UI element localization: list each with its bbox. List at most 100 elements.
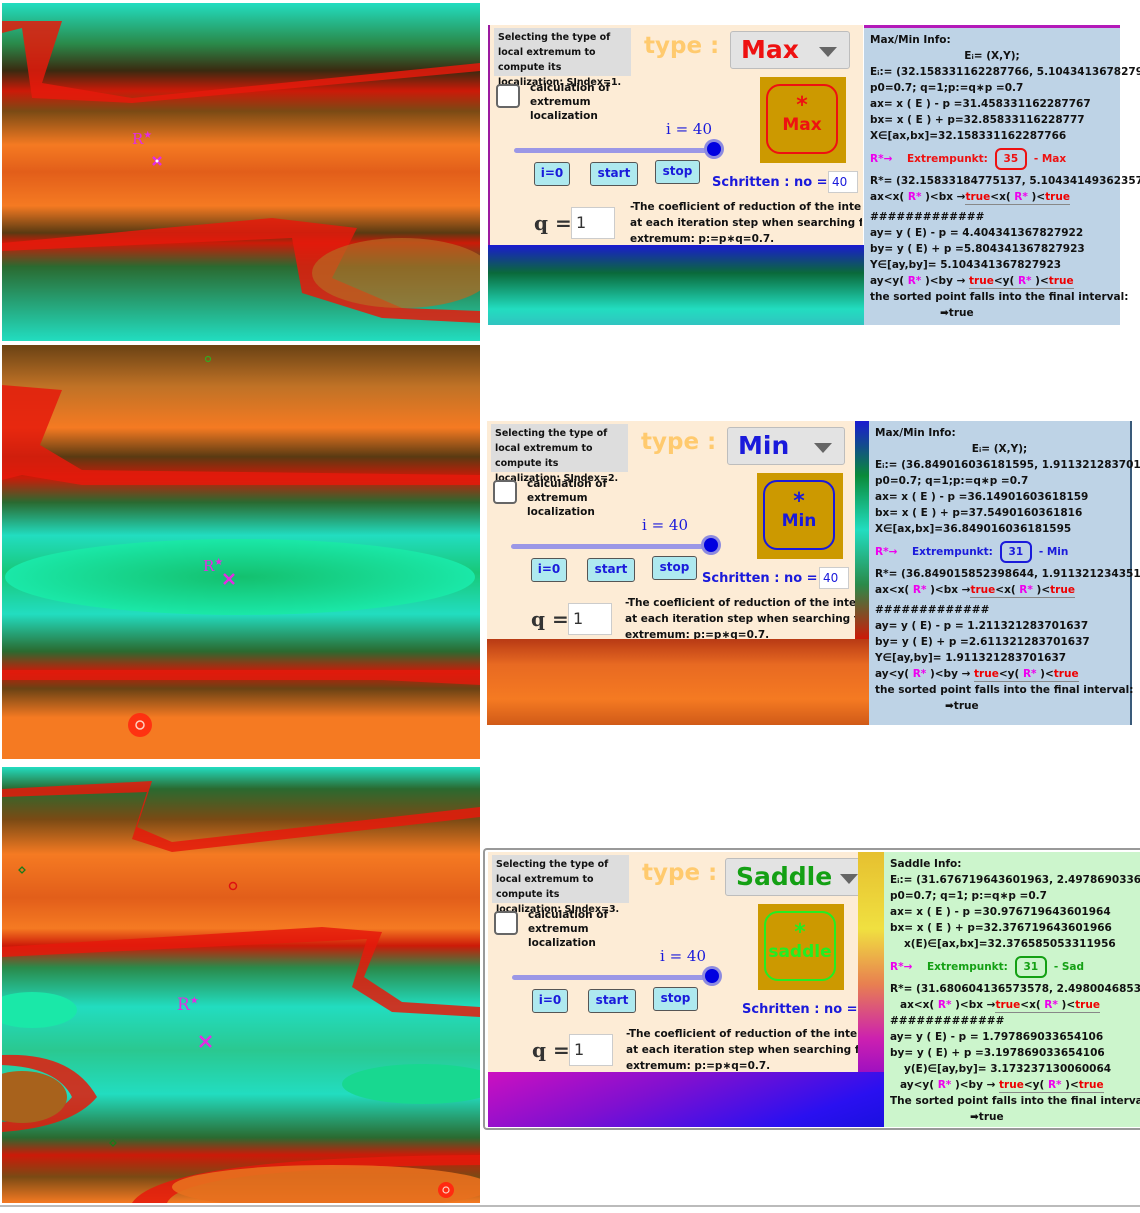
coef-line: -The coeflicient of reduction of the int… bbox=[626, 1028, 858, 1040]
sindex-description: Selecting the type of local extremum to … bbox=[491, 424, 628, 484]
r-star-point-marker[interactable] bbox=[223, 573, 235, 585]
type-dropdown-value: Saddle bbox=[736, 862, 833, 891]
chevron-down-icon bbox=[814, 443, 832, 453]
r-star-letter: R bbox=[203, 557, 215, 575]
ei-definition: Eᵢ= (X,Y); bbox=[964, 50, 1020, 62]
q-input[interactable]: 1 bbox=[571, 207, 615, 239]
result-text: ➡true bbox=[945, 700, 979, 712]
y-check-line: ay<y( R* )<by → true<y( R* )<true bbox=[900, 1079, 1104, 1093]
panel-background-strip bbox=[487, 639, 869, 725]
reset-button[interactable]: i=0 bbox=[534, 162, 570, 186]
ay-line: ay= y ( E) - p = 1.211321283701637 bbox=[875, 620, 1089, 632]
control-panel-saddle: Selecting the type of local extremum to … bbox=[488, 852, 888, 1072]
true-flag: true bbox=[969, 275, 994, 287]
text: )<bx → bbox=[926, 584, 971, 596]
type-dropdown[interactable]: Saddle bbox=[725, 858, 871, 896]
stop-button[interactable]: stop bbox=[652, 556, 697, 580]
r-star: R* bbox=[1022, 668, 1037, 680]
start-button[interactable]: start bbox=[588, 989, 636, 1013]
r-star-letter: R bbox=[177, 995, 190, 1015]
extrempunkt-kind: - Min bbox=[1038, 546, 1069, 558]
extrempunkt-label: Extrempunkt: bbox=[927, 961, 1008, 973]
extremum-type-badge: * Max bbox=[760, 77, 846, 163]
badge-label: Max bbox=[782, 115, 822, 135]
type-dropdown-value: Max bbox=[741, 35, 799, 64]
result-text: ➡true bbox=[940, 307, 974, 319]
badge-frame: * Max bbox=[766, 84, 838, 154]
r-star: R* bbox=[912, 668, 927, 680]
x-check-line: ax<x( R* )<bx →true<x( R* )<true bbox=[870, 189, 1114, 205]
panel-background-strip bbox=[488, 1072, 884, 1127]
extrempunkt-count: 31 bbox=[999, 541, 1033, 563]
true-flag: true bbox=[1075, 999, 1100, 1011]
steps-input[interactable]: 40 bbox=[828, 171, 858, 193]
ax-line: ax= x ( E ) - p =36.14901603618159 bbox=[875, 491, 1089, 503]
stop-button[interactable]: stop bbox=[655, 160, 700, 184]
calculation-checkbox[interactable] bbox=[494, 911, 518, 935]
iteration-slider-track[interactable] bbox=[511, 544, 711, 549]
q-input[interactable]: 1 bbox=[568, 603, 612, 635]
text: )<by → bbox=[921, 275, 970, 287]
iteration-slider-handle[interactable] bbox=[707, 142, 721, 156]
q-input[interactable]: 1 bbox=[569, 1034, 613, 1066]
reset-button[interactable]: i=0 bbox=[531, 558, 567, 582]
heatmap-plot-saddle[interactable]: R★ bbox=[2, 767, 480, 1203]
asterisk-icon: * bbox=[794, 920, 806, 945]
stop-button[interactable]: stop bbox=[653, 987, 698, 1011]
q-label: q = bbox=[534, 211, 572, 235]
true-flag: true bbox=[974, 668, 999, 680]
type-dropdown[interactable]: Min bbox=[727, 427, 845, 465]
by-line: by= y ( E) + p =2.611321283701637 bbox=[875, 636, 1090, 648]
r-star-point-marker[interactable] bbox=[199, 1035, 212, 1048]
iteration-slider-handle[interactable] bbox=[705, 969, 719, 983]
text: ax<x( bbox=[875, 584, 913, 596]
r-star-point-marker[interactable] bbox=[152, 156, 162, 166]
sindex-description: Selecting the type of local extremum to … bbox=[492, 855, 629, 915]
panel-edge-strip bbox=[855, 421, 869, 639]
r-star-superscript: ★ bbox=[189, 995, 199, 1007]
info-panel-min: Max/Min Info: Eᵢ= (X,Y); Eᵢ:= (36.849016… bbox=[869, 421, 1140, 725]
ay-line: ay= y ( E) - p = 1.797869033654106 bbox=[890, 1031, 1104, 1043]
coef-line: at each iteration step when searching fo… bbox=[630, 217, 862, 229]
heatmap-plot-max[interactable]: R★ bbox=[2, 3, 480, 341]
start-button[interactable]: start bbox=[587, 558, 635, 582]
text: )<by → bbox=[951, 1079, 1000, 1091]
heatmap-plot-min[interactable]: R★ bbox=[2, 345, 480, 759]
true-flag: true bbox=[1078, 1079, 1104, 1091]
steps-input[interactable]: 40 bbox=[819, 567, 849, 589]
iteration-slider-track[interactable] bbox=[514, 148, 714, 153]
y-interval-line: Y∈[ay,by]= 5.104341367827923 bbox=[870, 259, 1062, 271]
ax-line: ax= x ( E ) - p =31.458331162287767 bbox=[870, 98, 1091, 110]
info-title: Saddle Info: bbox=[890, 858, 962, 870]
r-star: R* bbox=[1044, 999, 1058, 1011]
extrempunkt-label: Extrempunkt: bbox=[912, 546, 993, 558]
type-dropdown[interactable]: Max bbox=[730, 31, 850, 69]
x-interval-line: x(E)∈[ax,bx]=32.376585053311956 bbox=[904, 938, 1116, 950]
p-line: p0=0.7; q=1;p:=q∗p =0.7 bbox=[870, 82, 1024, 94]
start-button[interactable]: start bbox=[590, 162, 638, 186]
rstar-line: R*= (31.680604136573578, 2.4980046853434… bbox=[890, 983, 1140, 995]
iteration-slider-track[interactable] bbox=[512, 975, 712, 980]
info-title: Max/Min Info: bbox=[875, 427, 956, 439]
steps-label: Schritten : no = bbox=[702, 571, 818, 586]
ax-line: ax= x ( E ) - p =30.976719643601964 bbox=[890, 906, 1111, 918]
reset-button[interactable]: i=0 bbox=[532, 989, 568, 1013]
sindex-description: Selecting the type of local extremum to … bbox=[494, 28, 631, 88]
extrempunkt-kind: - Max bbox=[1033, 153, 1067, 165]
calculation-checkbox[interactable] bbox=[496, 84, 520, 108]
text: )<bx → bbox=[921, 191, 966, 203]
calculation-checkbox-label: calculation of extremum localization bbox=[528, 909, 609, 949]
r-star-label: R★ bbox=[132, 130, 152, 148]
badge-frame: * saddle bbox=[764, 911, 836, 981]
calculation-checkbox[interactable] bbox=[493, 480, 517, 504]
extremum-type-badge: * Min bbox=[757, 473, 843, 559]
text: ax<x( bbox=[900, 999, 938, 1011]
rstar-line: R*= (32.15833184775137, 5.10434149362357… bbox=[870, 175, 1140, 187]
coefficient-description: -The coeflicient of reduction of the int… bbox=[625, 595, 855, 643]
coef-line: at each iteration step when searching fo… bbox=[626, 1044, 858, 1056]
r-star: R* bbox=[1017, 275, 1032, 287]
iteration-slider-handle[interactable] bbox=[704, 538, 718, 552]
r-arrow: R*→ bbox=[890, 961, 913, 973]
r-star: R* bbox=[1014, 191, 1028, 203]
true-flag: true bbox=[1048, 275, 1074, 287]
